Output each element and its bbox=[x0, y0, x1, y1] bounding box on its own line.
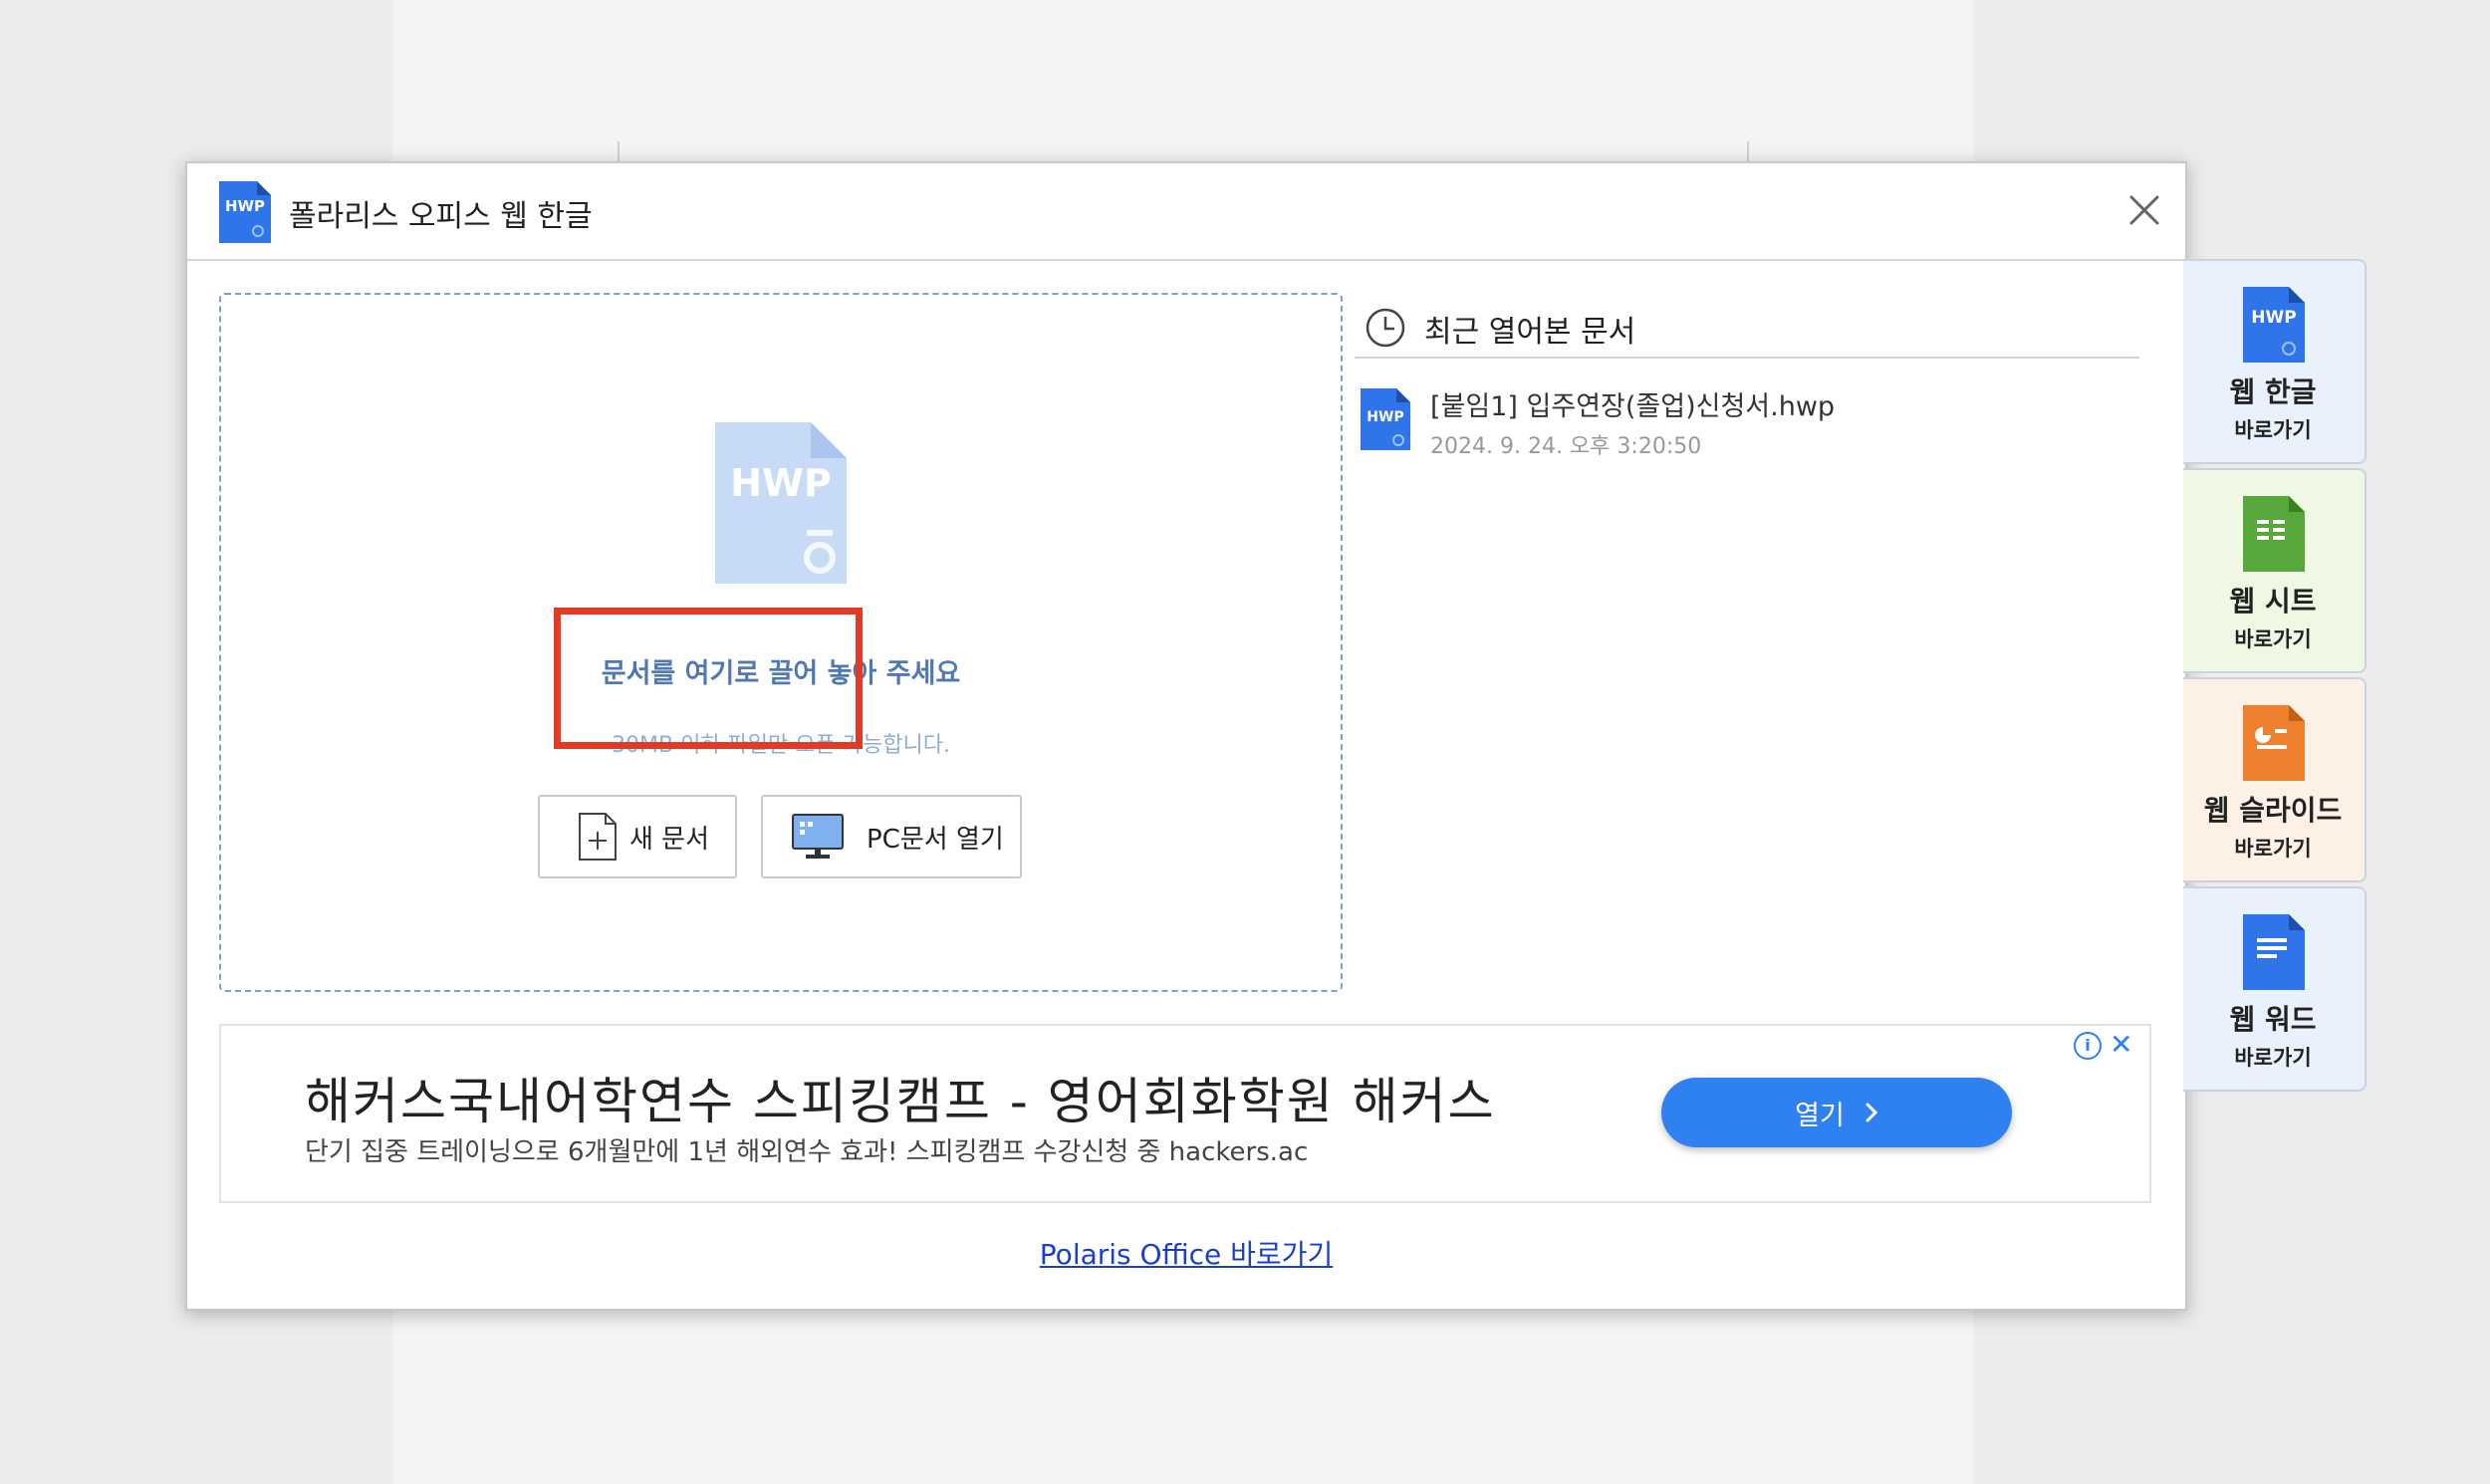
start-dialog: HWP 폴라리스 오피스 웹 한글 HWP 문서를 여기로 끌어 놓아 주세요 … bbox=[185, 161, 2187, 1311]
sidebar-tab-web-word[interactable]: 웹 워드 바로가기 bbox=[2183, 886, 2366, 1092]
polaris-office-link[interactable]: Polaris Office 바로가기 bbox=[187, 1233, 2185, 1273]
ad-description: 단기 집중 트레이닝으로 6개월만에 1년 해외연수 효과! 스피킹캠프 수강신… bbox=[305, 1137, 1309, 1167]
ad-close-icon[interactable]: ✕ bbox=[2110, 1028, 2132, 1061]
ruler-tick bbox=[1747, 141, 1749, 161]
chevron-right-icon bbox=[1866, 1103, 1877, 1122]
sidebar-tab-web-hangul[interactable]: HWP 웹 한글 바로가기 bbox=[2183, 259, 2366, 464]
dialog-header: HWP 폴라리스 오피스 웹 한글 bbox=[187, 163, 2185, 261]
ad-open-label: 열기 bbox=[1795, 1100, 1845, 1131]
sidebar-tab-shortcut: 바로가기 bbox=[2234, 627, 2312, 651]
sidebar-tab-web-slide[interactable]: 웹 슬라이드 바로가기 bbox=[2183, 677, 2366, 882]
sidebar-tab-shortcut: 바로가기 bbox=[2234, 837, 2312, 861]
ruler-tick bbox=[618, 141, 620, 161]
sidebar-tab-web-sheet[interactable]: 웹 시트 바로가기 bbox=[2183, 468, 2366, 673]
ad-title: 해커스국내어학연수 스피킹캠프 - 영어회화학원 해커스 bbox=[305, 1073, 1496, 1130]
clock-icon bbox=[1366, 308, 1405, 348]
hwp-document-icon: HWP bbox=[715, 422, 847, 584]
ad-open-button[interactable]: 열기 bbox=[1661, 1078, 2012, 1147]
hwp-app-icon: HWP bbox=[2243, 287, 2305, 363]
new-document-button[interactable]: 새 문서 bbox=[538, 795, 737, 878]
recent-document-date: 2024. 9. 24. 오후 3:20:50 bbox=[1430, 434, 1702, 459]
hwp-file-icon: HWP bbox=[1361, 388, 1410, 450]
new-document-icon bbox=[579, 813, 617, 861]
new-document-label: 새 문서 bbox=[629, 824, 710, 855]
ad-info-icon[interactable]: i bbox=[2074, 1032, 2102, 1060]
svg-text:HWP: HWP bbox=[730, 461, 832, 505]
hwp-app-icon: HWP bbox=[219, 181, 271, 243]
word-document-icon bbox=[2243, 914, 2305, 990]
open-pc-document-label: PC문서 열기 bbox=[867, 824, 1004, 855]
open-pc-document-button[interactable]: PC문서 열기 bbox=[761, 795, 1022, 878]
recent-document-name: [붙임1] 입주연장(졸업)신청서.hwp bbox=[1430, 391, 1836, 422]
svg-text:HWP: HWP bbox=[225, 197, 265, 215]
drop-instruction: 문서를 여기로 끌어 놓아 주세요 bbox=[601, 658, 961, 689]
spreadsheet-icon bbox=[2243, 496, 2305, 572]
file-size-limit-note: 30MB 이하 파일만 오픈 가능합니다. bbox=[612, 733, 950, 758]
sidebar-tab-shortcut: 바로가기 bbox=[2234, 418, 2312, 442]
recent-document-item[interactable]: HWP [붙임1] 입주연장(졸업)신청서.hwp 2024. 9. 24. 오… bbox=[1359, 382, 2135, 462]
recent-documents-header: 최근 열어본 문서 bbox=[1355, 295, 2139, 359]
monitor-icon bbox=[792, 814, 844, 859]
sidebar-tab-shortcut: 바로가기 bbox=[2234, 1046, 2312, 1070]
advertisement-banner[interactable]: 해커스국내어학연수 스피킹캠프 - 영어회화학원 해커스 단기 집중 트레이닝으… bbox=[219, 1024, 2151, 1203]
sidebar-tab-name: 웹 시트 bbox=[2229, 585, 2317, 618]
sidebar-tab-name: 웹 슬라이드 bbox=[2203, 794, 2343, 827]
sidebar-tab-name: 웹 한글 bbox=[2229, 375, 2317, 408]
close-icon[interactable] bbox=[2119, 185, 2169, 235]
recent-documents-title: 최근 열어본 문서 bbox=[1424, 315, 1636, 350]
svg-text:HWP: HWP bbox=[2251, 308, 2296, 328]
svg-text:HWP: HWP bbox=[1367, 409, 1403, 425]
file-drop-zone[interactable]: HWP 문서를 여기로 끌어 놓아 주세요 30MB 이하 파일만 오픈 가능합… bbox=[219, 293, 1343, 992]
dialog-title: 폴라리스 오피스 웹 한글 bbox=[289, 199, 593, 234]
slide-icon bbox=[2243, 705, 2305, 781]
sidebar-tab-name: 웹 워드 bbox=[2229, 1003, 2317, 1036]
